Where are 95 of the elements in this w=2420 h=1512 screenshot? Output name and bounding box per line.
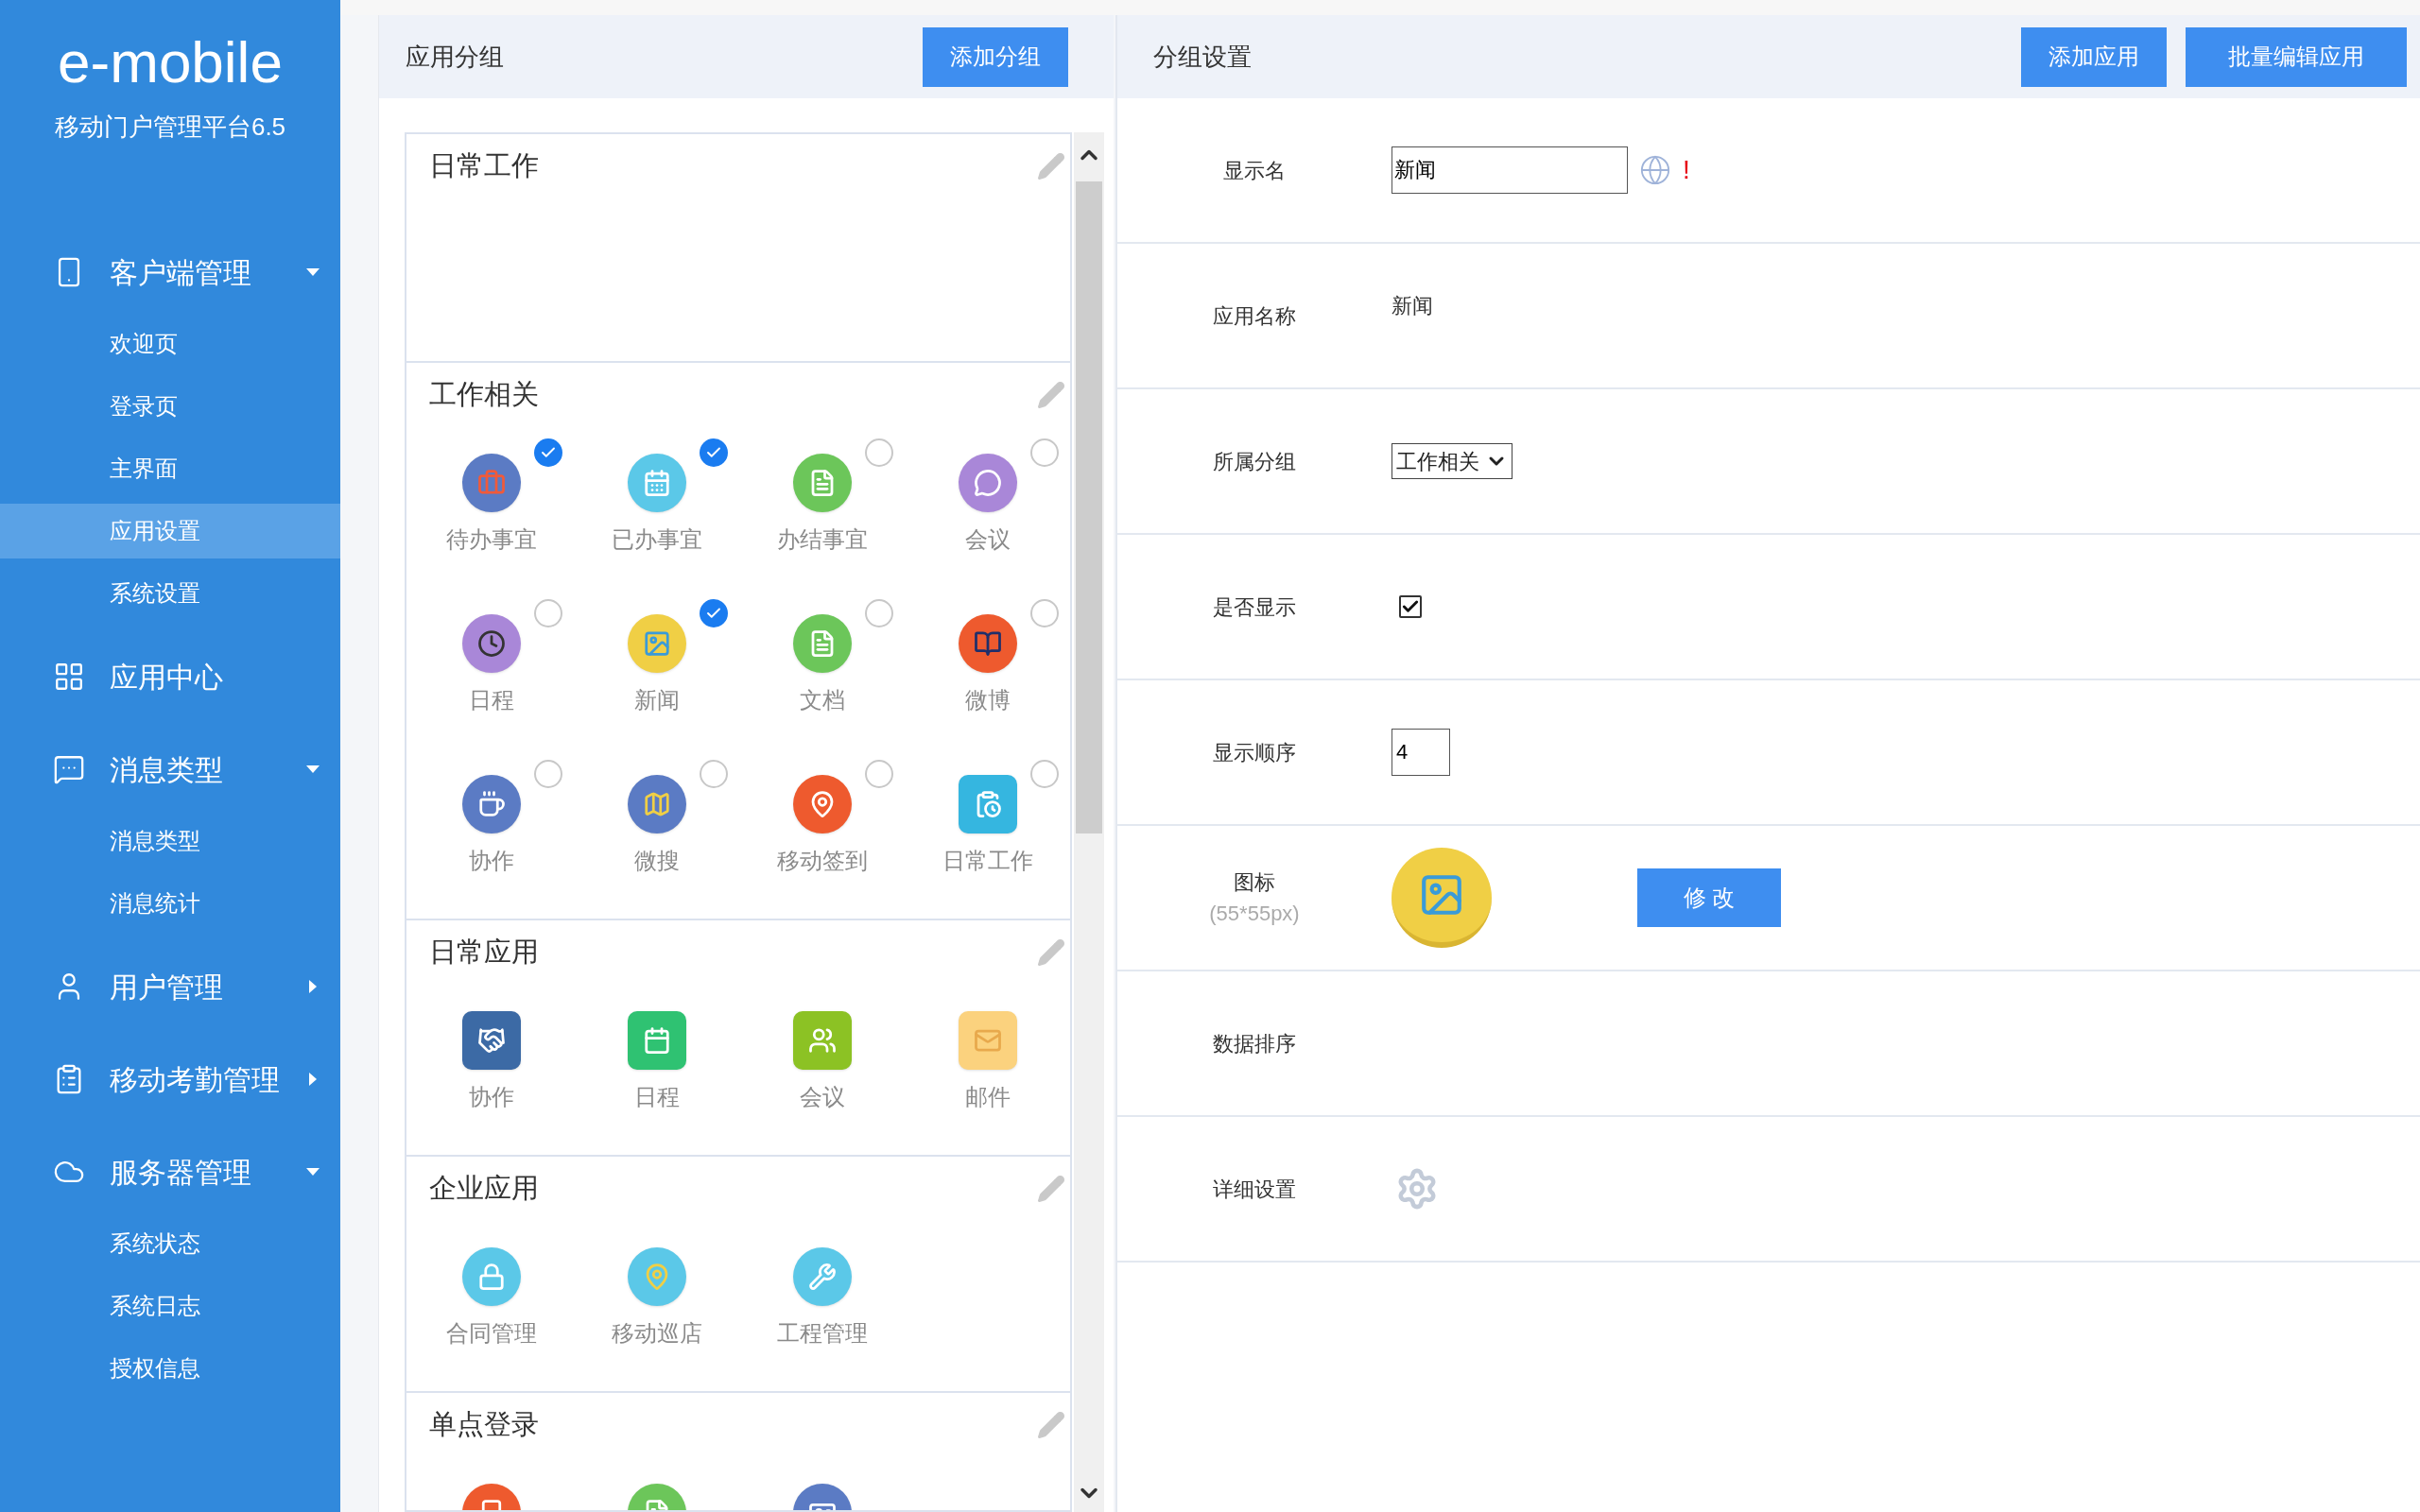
nav-item[interactable]: 消息类型 xyxy=(0,723,340,816)
picture-icon[interactable] xyxy=(627,614,686,673)
nav-subitem[interactable]: 系统设置 xyxy=(0,566,340,621)
edit-icon[interactable] xyxy=(1036,937,1066,968)
field-label: 显示名 xyxy=(1223,157,1286,184)
display-name-field[interactable]: 新闻 xyxy=(1392,146,1628,194)
app-label: 邮件 xyxy=(964,1083,1011,1111)
calendar-icon[interactable] xyxy=(627,1011,686,1070)
subtitle: 移动门户管理平台6.5 xyxy=(54,112,286,143)
handshake-icon[interactable] xyxy=(461,1011,521,1070)
field-label: 图标 xyxy=(1234,869,1275,896)
app-label: 日程 xyxy=(633,1083,680,1111)
add-app-button[interactable]: 添加应用 xyxy=(2021,26,2167,87)
edit-icon[interactable] xyxy=(1036,380,1066,410)
caret-icon xyxy=(309,1073,317,1086)
caret-icon xyxy=(309,980,317,993)
group-select[interactable]: 工作相关 xyxy=(1392,443,1512,479)
nav-item[interactable]: 应用中心 xyxy=(0,630,340,723)
app-label: 办结事宜 xyxy=(776,525,868,554)
field-label: 数据排序 xyxy=(1213,1030,1296,1057)
app-label: 会议 xyxy=(964,525,1011,554)
app-label: 会议 xyxy=(799,1083,845,1111)
caret-icon xyxy=(306,765,320,773)
show-checkbox[interactable] xyxy=(1399,595,1422,618)
location-pin-icon[interactable] xyxy=(792,775,852,833)
app-label: 协作 xyxy=(468,1083,514,1111)
edit-icon[interactable] xyxy=(1036,1174,1066,1204)
app-label: 工程管理 xyxy=(776,1319,868,1348)
app-label: 移动签到 xyxy=(776,847,868,875)
nav-subitem[interactable]: 应用设置 xyxy=(0,504,340,558)
group-title: 日常应用 xyxy=(429,936,539,970)
app-label: 日程 xyxy=(468,686,514,714)
map-pin-icon[interactable] xyxy=(627,1247,686,1306)
app-label: 协作 xyxy=(468,847,514,875)
field-label: 应用名称 xyxy=(1213,302,1296,330)
batch-edit-button[interactable]: 批量编辑应用 xyxy=(2186,26,2407,87)
envelope-icon[interactable] xyxy=(958,1011,1017,1070)
scroll-thumb[interactable] xyxy=(1076,181,1102,833)
app-label: 移动巡店 xyxy=(611,1319,702,1348)
nav-item[interactable]: 用户管理 xyxy=(0,940,340,1033)
nav-item[interactable]: 客户端管理 xyxy=(0,226,340,318)
wrench-icon[interactable] xyxy=(792,1247,852,1306)
app-label: 日常工作 xyxy=(942,847,1033,875)
scrollbar[interactable] xyxy=(1074,132,1104,1512)
book-icon[interactable] xyxy=(958,614,1017,673)
add-group-button[interactable]: 添加分组 xyxy=(923,26,1068,87)
field-label: 详细设置 xyxy=(1213,1176,1296,1203)
globe-icon[interactable] xyxy=(1639,154,1671,186)
app-label: 文档 xyxy=(799,686,845,714)
group-title: 企业应用 xyxy=(429,1172,539,1206)
nav-subitem[interactable]: 授权信息 xyxy=(0,1341,340,1396)
nav-subitem[interactable]: 系统状态 xyxy=(0,1216,340,1271)
nav-item[interactable]: 服务器管理 xyxy=(0,1125,340,1218)
nav-item[interactable]: 移动考勤管理 xyxy=(0,1033,340,1125)
map-icon[interactable] xyxy=(627,775,686,833)
modify-button[interactable]: 修 改 xyxy=(1637,868,1781,927)
lock-icon[interactable] xyxy=(461,1247,521,1306)
app-label: 新闻 xyxy=(633,686,680,714)
field-label: 显示顺序 xyxy=(1213,739,1296,766)
chat-icon xyxy=(53,753,85,785)
nav-subitem[interactable]: 系统日志 xyxy=(0,1279,340,1333)
edit-icon[interactable] xyxy=(1036,151,1066,181)
app-label: 合同管理 xyxy=(445,1319,537,1348)
panel-header: 应用分组 添加分组 xyxy=(379,15,1114,98)
briefcase-icon[interactable] xyxy=(461,454,521,512)
document-icon[interactable] xyxy=(792,614,852,673)
panel-header: 分组设置 添加应用 批量编辑应用 xyxy=(1117,15,2420,98)
group-title: 单点登录 xyxy=(429,1408,539,1442)
grid-icon xyxy=(53,661,85,693)
nav-subitem[interactable]: 欢迎页 xyxy=(0,317,340,371)
caret-icon xyxy=(306,1168,320,1176)
app-label: 微博 xyxy=(964,686,1011,714)
group-title: 日常工作 xyxy=(429,149,539,183)
field-label: 是否显示 xyxy=(1213,593,1296,621)
app-name-value: 新闻 xyxy=(1392,292,1433,319)
edit-icon[interactable] xyxy=(1036,1410,1066,1440)
required-mark: ! xyxy=(1683,157,1690,183)
nav-subitem[interactable]: 主界面 xyxy=(0,441,340,496)
nav-subitem[interactable]: 登录页 xyxy=(0,379,340,434)
people-icon[interactable] xyxy=(792,1011,852,1070)
nav-subitem[interactable]: 消息类型 xyxy=(0,814,340,868)
document-clock-icon[interactable] xyxy=(958,775,1017,833)
nav-subitem[interactable]: 消息统计 xyxy=(0,876,340,931)
calendar-icon[interactable] xyxy=(627,454,686,512)
size-hint: (55*55px) xyxy=(1209,901,1300,927)
app-label: 已办事宜 xyxy=(611,525,702,554)
app-label: 待办事宜 xyxy=(445,525,537,554)
logo: e-mobile xyxy=(58,28,283,96)
group-title: 工作相关 xyxy=(429,378,539,412)
document-icon[interactable] xyxy=(792,454,852,512)
order-field[interactable]: 4 xyxy=(1392,729,1450,776)
cup-icon[interactable] xyxy=(461,775,521,833)
field-label: 所属分组 xyxy=(1213,448,1296,475)
caret-icon xyxy=(306,268,320,276)
app-label: 微搜 xyxy=(633,847,680,875)
